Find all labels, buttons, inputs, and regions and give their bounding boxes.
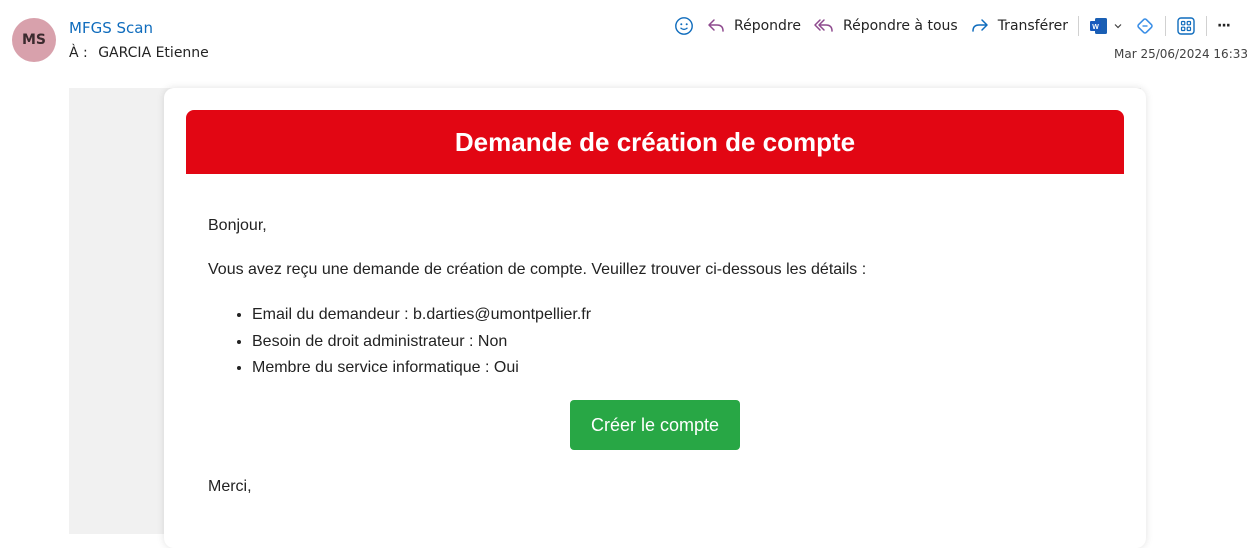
- intro-text: Vous avez reçu une demande de création d…: [208, 261, 867, 278]
- reply-label: Répondre: [734, 18, 801, 34]
- reply-icon: [706, 16, 726, 36]
- closing-text: Merci,: [208, 478, 252, 495]
- greeting-text: Bonjour,: [208, 217, 267, 234]
- recipient-name[interactable]: GARCIA Etienne: [98, 45, 209, 61]
- diamond-icon: [1135, 16, 1155, 36]
- toolbar-divider: [1206, 16, 1208, 36]
- list-item: Membre du service informatique : Oui: [252, 355, 591, 382]
- detail-it-member: Membre du service informatique : Oui: [252, 359, 519, 376]
- create-account-label: Créer le compte: [590, 414, 720, 435]
- detail-admin-rights: Besoin de droit administrateur : Non: [252, 332, 508, 350]
- message-body-area: Demande de création de compte Bonjour, V…: [69, 88, 1146, 548]
- reaction-button[interactable]: [668, 12, 700, 40]
- forward-label: Transférer: [997, 18, 1069, 34]
- detail-email: Email du demandeur : b.darties@umontpell…: [252, 306, 592, 323]
- create-account-button[interactable]: Créer le compte: [570, 400, 740, 450]
- avatar-initials: MS: [21, 32, 46, 48]
- more-icon: ···: [1217, 18, 1231, 34]
- reply-all-button[interactable]: Répondre à tous: [807, 12, 964, 40]
- email-banner: Demande de création de compte: [186, 110, 1124, 174]
- list-item: Email du demandeur : b.darties@umontpell…: [252, 302, 591, 329]
- sender-name[interactable]: MFGS Scan: [69, 19, 153, 37]
- more-actions-button[interactable]: ···: [1211, 12, 1236, 40]
- apps-button[interactable]: [1170, 12, 1202, 40]
- avatar[interactable]: MS: [12, 18, 56, 62]
- word-icon: W: [1089, 17, 1109, 35]
- forward-button[interactable]: Transférer: [964, 12, 1074, 40]
- smile-icon: [674, 16, 694, 36]
- svg-text:W: W: [1092, 24, 1099, 31]
- message-toolbar: Répondre Répondre à tous Transférer W ··…: [668, 12, 1236, 40]
- recipient-row: À : GARCIA Etienne: [69, 45, 209, 61]
- forward-icon: [970, 16, 990, 36]
- banner-title: Demande de création de compte: [454, 126, 856, 157]
- to-prefix: À :: [69, 45, 88, 61]
- reply-all-label: Répondre à tous: [843, 18, 958, 34]
- reply-all-icon: [813, 16, 835, 36]
- toolbar-divider: [1165, 16, 1167, 36]
- list-item: Besoin de droit administrateur : Non: [252, 329, 591, 356]
- reply-button[interactable]: Répondre: [700, 12, 807, 40]
- diamond-addin-button[interactable]: [1129, 12, 1161, 40]
- apps-grid-icon: [1176, 16, 1196, 36]
- received-date: Mar 25/06/2024 16:33: [1113, 47, 1248, 61]
- chevron-down-icon: [1113, 21, 1123, 31]
- details-list: Email du demandeur : b.darties@umontpell…: [208, 302, 591, 382]
- email-card: Demande de création de compte Bonjour, V…: [164, 88, 1146, 548]
- toolbar-divider: [1078, 16, 1080, 36]
- word-addin-button[interactable]: W: [1083, 12, 1129, 40]
